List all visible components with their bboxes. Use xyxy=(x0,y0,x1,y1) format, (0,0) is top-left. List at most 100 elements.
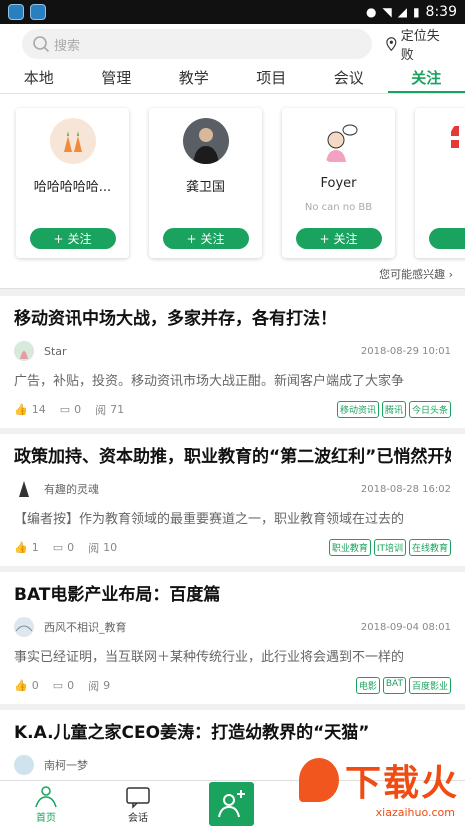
follow-button[interactable]: + 关注 xyxy=(162,228,249,249)
recommended-users: 哈哈哈哈哈... + 关注 龚卫国 + 关注 Foyer No can no BB … xyxy=(0,94,465,266)
location-pin-icon: ● xyxy=(365,5,377,19)
home-icon xyxy=(35,786,57,808)
author-name[interactable]: 西风不相识_教育 xyxy=(44,619,361,635)
user-card[interactable]: 学 + xyxy=(415,108,465,258)
section-divider xyxy=(0,288,465,296)
follow-label: 关注 xyxy=(333,232,358,246)
article-date: 2018-08-28 16:02 xyxy=(360,483,451,495)
add-contact-button[interactable] xyxy=(209,782,254,826)
like-count: 1 xyxy=(31,541,39,554)
author-name[interactable]: 有趣的灵魂 xyxy=(44,481,361,497)
article-item[interactable]: 政策加持、资本助推，职业教育的“第二波红利”已悄然开始 有趣的灵魂 2018-0… xyxy=(0,434,465,572)
read-icon: 阅 xyxy=(88,679,100,693)
notification-app-icon xyxy=(8,4,24,20)
comment-count: 0 xyxy=(67,679,75,692)
comment-stat[interactable]: ▭ 0 xyxy=(53,679,74,692)
tab-follow[interactable]: 关注 xyxy=(387,64,465,93)
article-summary: 【编者按】作为教育领域的最重要赛道之一，职业教育领域在过去的 xyxy=(14,512,405,527)
follow-button[interactable]: + xyxy=(428,228,465,249)
top-bar: 搜索 定位失败 xyxy=(0,24,465,64)
comment-stat[interactable]: ▭ 0 xyxy=(53,541,74,554)
user-card[interactable]: 哈哈哈哈哈... + 关注 xyxy=(16,108,129,258)
read-icon: 阅 xyxy=(88,541,100,555)
wifi-icon: ◥ xyxy=(382,5,392,19)
like-stat[interactable]: 👍 1 xyxy=(14,541,39,554)
card-name: 龚卫国 xyxy=(185,180,225,192)
article-tag[interactable]: 在线教育 xyxy=(408,539,451,556)
nav-home-label: 首页 xyxy=(36,813,56,824)
author-avatar[interactable] xyxy=(14,755,34,775)
nav-chat-label: 会话 xyxy=(128,813,148,824)
article-summary: 事实已经证明，当互联网＋某种传统行业，此行业将会遇到不一样的 xyxy=(14,650,405,665)
user-card[interactable]: 龚卫国 + 关注 xyxy=(149,108,262,258)
article-title[interactable]: 政策加持、资本助推，职业教育的“第二波红利”已悄然开始 xyxy=(14,444,451,470)
location-icon xyxy=(386,37,397,52)
card-subtitle: No can no BB xyxy=(304,202,373,213)
follow-label: 关注 xyxy=(200,232,225,246)
read-stat: 阅 10 xyxy=(88,540,117,556)
interest-label: 您可能感兴趣 xyxy=(379,268,446,281)
location-label: 定位失败 xyxy=(400,29,440,63)
article-date: 2018-08-29 10:01 xyxy=(360,345,451,357)
watermark-url: xiazaihuo.com xyxy=(375,806,455,819)
article-tag[interactable]: IT培训 xyxy=(373,539,406,556)
like-count: 0 xyxy=(31,679,39,692)
author-avatar[interactable] xyxy=(14,617,34,637)
watermark-text: 下载火 xyxy=(344,763,459,804)
follow-label: 关注 xyxy=(67,232,92,246)
article-tag[interactable]: 百度影业 xyxy=(408,677,451,694)
plus-icon: + xyxy=(53,231,64,246)
read-stat: 阅 71 xyxy=(95,402,124,418)
status-bar: ● ◥ ◢ ▮ 8:39 xyxy=(0,0,465,24)
tab-teaching[interactable]: 教学 xyxy=(155,64,233,93)
category-tabs: 本地 管理 教学 项目 会议 关注 xyxy=(0,64,465,94)
thumbs-up-icon: 👍 xyxy=(14,679,28,692)
avatar xyxy=(448,118,465,164)
article-tag[interactable]: 腾讯 xyxy=(381,401,406,418)
nav-chat[interactable]: 会话 xyxy=(92,785,184,824)
read-count: 71 xyxy=(110,403,125,416)
comment-icon: ▭ xyxy=(52,679,64,692)
comment-icon: ▭ xyxy=(52,541,64,554)
comment-stat[interactable]: ▭ 0 xyxy=(60,403,81,416)
article-summary: 广告，补贴，投资。移动资讯市场大战正酣。新闻客户端成了大家争 xyxy=(14,374,405,389)
article-item[interactable]: BAT电影产业布局：百度篇 西风不相识_教育 2018-09-04 08:01 … xyxy=(0,572,465,710)
location-button[interactable]: 定位失败 xyxy=(386,25,447,63)
status-time: 8:39 xyxy=(425,4,457,20)
user-card[interactable]: Foyer No can no BB + 关注 xyxy=(282,108,395,258)
article-tag[interactable]: BAT xyxy=(382,677,406,694)
like-stat[interactable]: 👍 0 xyxy=(14,679,39,692)
author-avatar[interactable] xyxy=(14,479,34,499)
nav-home[interactable]: 首页 xyxy=(0,785,92,824)
thumbs-up-icon: 👍 xyxy=(14,403,28,416)
signal-icon: ◢ xyxy=(397,5,407,19)
avatar xyxy=(49,118,96,164)
article-tag[interactable]: 电影 xyxy=(355,677,380,694)
chat-icon xyxy=(126,787,150,809)
interest-link[interactable]: 您可能感兴趣 › xyxy=(0,266,465,288)
like-stat[interactable]: 👍 14 xyxy=(14,403,46,416)
search-placeholder: 搜索 xyxy=(54,38,81,54)
follow-button[interactable]: + 关注 xyxy=(29,228,116,249)
article-title[interactable]: BAT电影产业布局：百度篇 xyxy=(14,582,451,608)
search-input[interactable]: 搜索 xyxy=(22,29,372,59)
battery-icon: ▮ xyxy=(412,5,420,19)
article-title[interactable]: 移动资讯中场大战，多家并存，各有打法！ xyxy=(14,306,451,332)
avatar xyxy=(315,118,362,164)
follow-button[interactable]: + 关注 xyxy=(295,228,382,249)
tab-management[interactable]: 管理 xyxy=(78,64,156,93)
tab-project[interactable]: 项目 xyxy=(233,64,311,93)
read-icon: 阅 xyxy=(95,403,107,417)
tab-local[interactable]: 本地 xyxy=(0,64,78,93)
article-tag[interactable]: 今日头条 xyxy=(408,401,451,418)
article-title[interactable]: K.A.儿童之家CEO姜涛：打造幼教界的“天猫” xyxy=(14,720,451,746)
tab-meeting[interactable]: 会议 xyxy=(310,64,388,93)
avatar xyxy=(182,118,229,164)
author-avatar[interactable] xyxy=(14,341,34,361)
article-item[interactable]: 移动资讯中场大战，多家并存，各有打法！ Star 2018-08-29 10:0… xyxy=(0,296,465,434)
article-tag[interactable]: 职业教育 xyxy=(328,539,371,556)
read-count: 9 xyxy=(103,679,111,692)
author-name[interactable]: Star xyxy=(44,345,361,358)
read-count: 10 xyxy=(103,541,118,554)
article-tag[interactable]: 移动资讯 xyxy=(336,401,379,418)
